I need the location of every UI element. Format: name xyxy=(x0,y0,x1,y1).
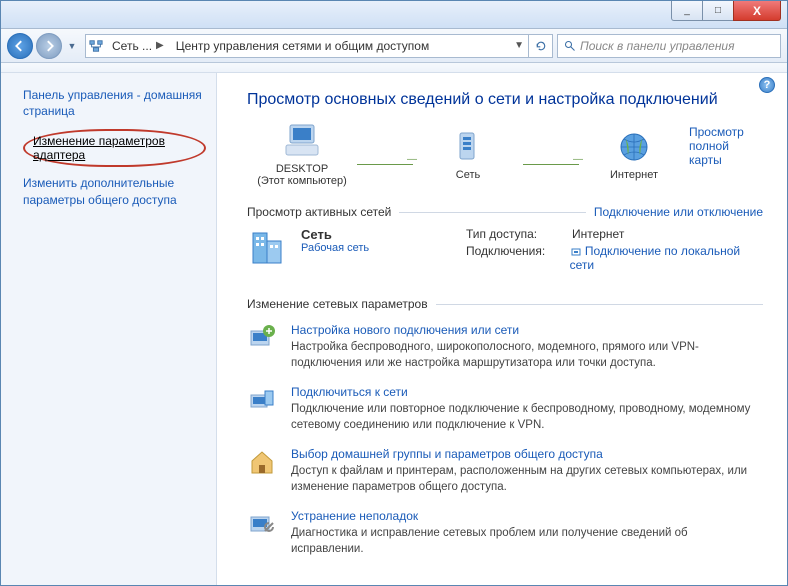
arrow-left-icon xyxy=(14,40,26,52)
main-content: ? Просмотр основных сведений о сети и на… xyxy=(217,73,787,585)
map-connector xyxy=(523,164,579,165)
computer-icon xyxy=(282,123,322,159)
body: Панель управления - домашняя страница Из… xyxy=(1,73,787,585)
maximize-button[interactable]: □ xyxy=(702,1,734,21)
breadcrumb-item[interactable]: Сеть ...▶ xyxy=(106,39,170,53)
help-button[interactable]: ? xyxy=(759,77,775,93)
arrow-right-icon xyxy=(43,40,55,52)
back-button[interactable] xyxy=(7,33,33,59)
window: _ □ X ▼ Сеть ...▶ Центр управления сетям… xyxy=(0,0,788,586)
change-settings-list: Настройка нового подключения или сети На… xyxy=(247,323,763,557)
navbar: ▼ Сеть ...▶ Центр управления сетями и об… xyxy=(1,29,787,63)
network-node-icon xyxy=(450,129,486,165)
search-icon xyxy=(564,40,576,52)
toolbar xyxy=(1,63,787,73)
connect-disconnect-link[interactable]: Подключение или отключение xyxy=(594,205,763,219)
network-map: DESKTOP (Этот компьютер) Сеть xyxy=(247,123,763,187)
breadcrumb-item[interactable]: Центр управления сетями и общим доступом xyxy=(170,39,436,53)
page-title: Просмотр основных сведений о сети и наст… xyxy=(247,91,763,109)
full-map-link[interactable]: Просмотр полной карты xyxy=(689,125,763,167)
map-node-desktop[interactable]: DESKTOP (Этот компьютер) xyxy=(247,123,357,187)
chevron-right-icon: ▶ xyxy=(156,40,164,51)
refresh-button[interactable] xyxy=(529,34,553,58)
history-dropdown[interactable]: ▼ xyxy=(65,33,79,59)
setup-new-connection-item[interactable]: Настройка нового подключения или сети На… xyxy=(247,323,763,371)
homegroup-sharing-item[interactable]: Выбор домашней группы и параметров общег… xyxy=(247,447,763,495)
network-type-link[interactable]: Рабочая сеть xyxy=(301,242,369,254)
connect-to-network-item[interactable]: Подключиться к сети Подключение или повт… xyxy=(247,385,763,433)
titlebar: _ □ X xyxy=(1,1,787,29)
troubleshoot-icon xyxy=(247,509,277,539)
new-connection-icon xyxy=(247,323,277,353)
access-type-value: Интернет xyxy=(572,227,624,241)
map-connector xyxy=(357,164,413,165)
network-name: Сеть xyxy=(301,227,369,242)
active-networks-header: Просмотр активных сетей Подключение или … xyxy=(247,205,763,219)
active-network: Сеть Рабочая сеть Тип доступа: Интернет … xyxy=(247,227,763,275)
sidebar-adapter-link[interactable]: Изменение параметров адаптера xyxy=(23,129,206,167)
network-icon xyxy=(86,39,106,53)
minimize-button[interactable]: _ xyxy=(671,1,703,21)
map-node-network[interactable]: Сеть xyxy=(413,129,523,181)
lan-icon xyxy=(570,246,582,258)
sidebar: Панель управления - домашняя страница Из… xyxy=(1,73,217,585)
breadcrumb-dropdown[interactable]: ▼ xyxy=(510,40,528,51)
homegroup-icon xyxy=(247,447,277,477)
sidebar-home-link[interactable]: Панель управления - домашняя страница xyxy=(23,87,206,119)
workplace-network-icon xyxy=(247,227,289,269)
search-placeholder: Поиск в панели управления xyxy=(580,39,735,53)
change-settings-header: Изменение сетевых параметров xyxy=(247,297,763,311)
breadcrumb[interactable]: Сеть ...▶ Центр управления сетями и общи… xyxy=(85,34,529,58)
close-button[interactable]: X xyxy=(733,1,781,21)
search-input[interactable]: Поиск в панели управления xyxy=(557,34,781,58)
window-controls: _ □ X xyxy=(672,1,781,21)
connection-link[interactable]: Подключение по локальной сети xyxy=(570,244,763,272)
map-node-internet[interactable]: Интернет xyxy=(579,129,689,181)
refresh-icon xyxy=(535,40,547,52)
troubleshoot-item[interactable]: Устранение неполадок Диагностика и испра… xyxy=(247,509,763,557)
forward-button[interactable] xyxy=(36,33,62,59)
connect-network-icon xyxy=(247,385,277,415)
globe-icon xyxy=(616,129,652,165)
sidebar-advanced-link[interactable]: Изменить дополнительные параметры общего… xyxy=(23,175,206,207)
